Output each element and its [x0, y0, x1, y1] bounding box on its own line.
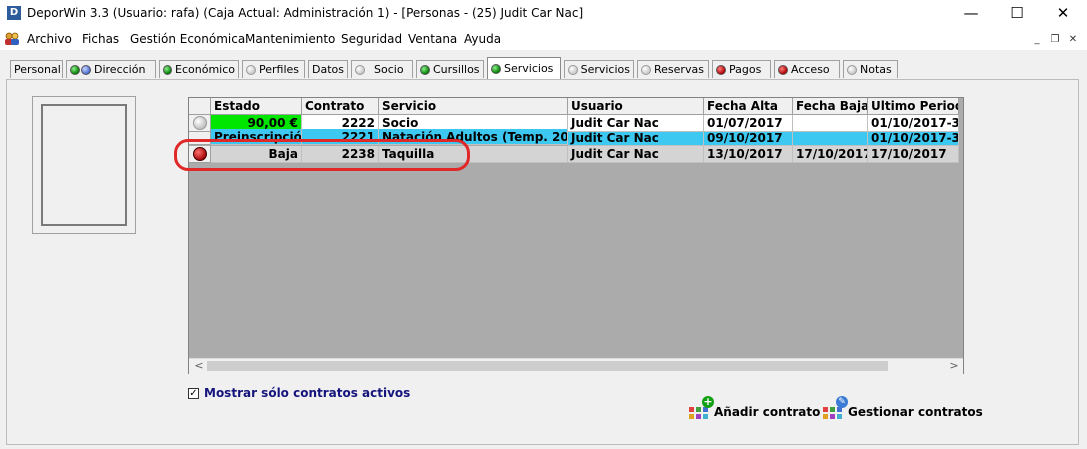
tab-acceso[interactable]: Acceso [774, 60, 840, 78]
tab-label: Económico [175, 63, 235, 76]
tab-label: Perfiles [259, 63, 300, 76]
menu-mantenimiento[interactable]: Mantenimiento [245, 32, 335, 46]
menu-fichas[interactable]: Fichas [82, 32, 119, 46]
tab-personal[interactable]: Personal [10, 60, 63, 78]
menu-archivo[interactable]: Archivo [27, 32, 72, 46]
menu-ventana[interactable]: Ventana [408, 32, 457, 46]
active-contracts-checkbox[interactable]: ✓ [188, 388, 199, 399]
close-button[interactable]: ✕ [1040, 0, 1086, 28]
tab-label: Dirección [94, 63, 146, 76]
table-cell-fecha-baja[interactable] [793, 115, 868, 132]
row-indicator[interactable] [189, 115, 211, 132]
mdi-minimize-button[interactable]: _ [1030, 34, 1044, 46]
tab-label: Personal [14, 63, 61, 76]
mdi-restore-button[interactable]: ❐ [1048, 34, 1062, 46]
status-blue-icon [81, 64, 91, 75]
tab-label: Servicios [580, 63, 630, 76]
table-cell-ultimo-periodo[interactable]: 01/10/2017-31 [868, 115, 959, 132]
window-title: DeporWin 3.3 (Usuario: rafa) (Caja Actua… [27, 6, 584, 20]
status-green-icon [491, 63, 501, 74]
plus-icon: + [702, 395, 714, 408]
active-contracts-label[interactable]: Mostrar sólo contratos activos [204, 386, 410, 400]
tab-label: Socio [374, 63, 404, 76]
tab-pagos[interactable]: Pagos [712, 60, 771, 78]
scroll-right-arrow-icon[interactable]: > [946, 358, 962, 373]
tab-label: Cursillos [433, 63, 480, 76]
column-header-estado[interactable]: Estado [211, 98, 302, 115]
status-red-icon [716, 64, 726, 75]
column-header-ultimo-periodo[interactable]: Ultimo Periodo [868, 98, 959, 115]
menu-seguridad[interactable]: Seguridad [341, 32, 402, 46]
tab-label: Acceso [791, 63, 830, 76]
tab-servicios-active[interactable]: Servicios [487, 57, 561, 79]
menu-ayuda[interactable]: Ayuda [464, 32, 501, 46]
status-green-icon [70, 64, 80, 75]
tab-notas[interactable]: Notas [843, 60, 898, 78]
tab-socio[interactable]: Socio [351, 60, 413, 78]
column-header-fecha-alta[interactable]: Fecha Alta [704, 98, 793, 115]
status-gray-icon [246, 64, 256, 75]
minimize-button[interactable]: — [948, 0, 994, 28]
app-icon: D [7, 6, 21, 20]
add-contract-label: Añadir contrato [714, 405, 821, 419]
table-cell-fecha-alta[interactable]: 13/10/2017 [704, 146, 793, 163]
tab-perfiles[interactable]: Perfiles [242, 60, 305, 78]
scroll-left-arrow-icon[interactable]: < [191, 358, 207, 373]
tab-direccion[interactable]: Dirección [66, 60, 156, 78]
column-header-contrato[interactable]: Contrato [302, 98, 379, 115]
highlight-annotation [174, 139, 470, 171]
tab-servicios[interactable]: Servicios [564, 60, 634, 78]
table-cell-usuario[interactable]: Judit Car Nac [568, 146, 704, 163]
maximize-button[interactable]: ☐ [994, 0, 1040, 28]
row-indicator-header [189, 98, 211, 115]
manage-contracts-label: Gestionar contratos [848, 405, 983, 419]
table-cell-fecha-baja[interactable]: 17/10/2017 [793, 146, 868, 163]
manage-grid-icon: ✎ [822, 396, 848, 423]
status-green-icon [420, 64, 430, 75]
photo-placeholder[interactable] [41, 104, 127, 226]
column-header-servicio[interactable]: Servicio [379, 98, 568, 115]
table-cell-usuario[interactable]: Judit Car Nac [568, 132, 704, 146]
mdi-close-button[interactable]: ✕ [1066, 34, 1080, 46]
status-gray-icon [355, 64, 365, 75]
tab-datos[interactable]: Datos [308, 60, 348, 78]
status-gray-icon [192, 116, 207, 130]
status-green-icon [163, 64, 173, 75]
add-grid-icon: + [688, 396, 714, 423]
tab-reservas[interactable]: Reservas [637, 60, 709, 78]
tab-label: Datos [312, 63, 344, 76]
tab-label: Reservas [654, 63, 704, 76]
users-icon [5, 32, 19, 45]
pencil-icon: ✎ [836, 396, 848, 408]
tab-label: Pagos [729, 63, 762, 76]
tab-economico[interactable]: Económico [159, 60, 239, 78]
table-cell-ultimo-periodo[interactable]: 17/10/2017 [868, 146, 959, 163]
status-gray-icon [641, 64, 651, 75]
table-cell-fecha-baja[interactable] [793, 132, 868, 146]
tab-cursillos[interactable]: Cursillos [416, 60, 484, 78]
tab-label: Servicios [504, 62, 554, 75]
column-header-usuario[interactable]: Usuario [568, 98, 704, 115]
status-gray-icon [568, 64, 578, 75]
table-cell-ultimo-periodo[interactable]: 01/10/2017-31 [868, 132, 959, 146]
status-gray-icon [847, 64, 857, 75]
menu-gestion-economica[interactable]: Gestión Económica [130, 32, 245, 46]
scrollbar-thumb[interactable] [207, 361, 888, 371]
add-contract-button[interactable]: + Añadir contrato [688, 396, 821, 426]
tab-label: Notas [860, 63, 892, 76]
table-cell-usuario[interactable]: Judit Car Nac [568, 115, 704, 132]
manage-contracts-button[interactable]: ✎ Gestionar contratos [822, 396, 983, 426]
status-red-icon [778, 64, 788, 75]
table-cell-fecha-alta[interactable]: 01/07/2017 [704, 115, 793, 132]
column-header-fecha-baja[interactable]: Fecha Baja [793, 98, 868, 115]
table-cell-fecha-alta[interactable]: 09/10/2017 [704, 132, 793, 146]
